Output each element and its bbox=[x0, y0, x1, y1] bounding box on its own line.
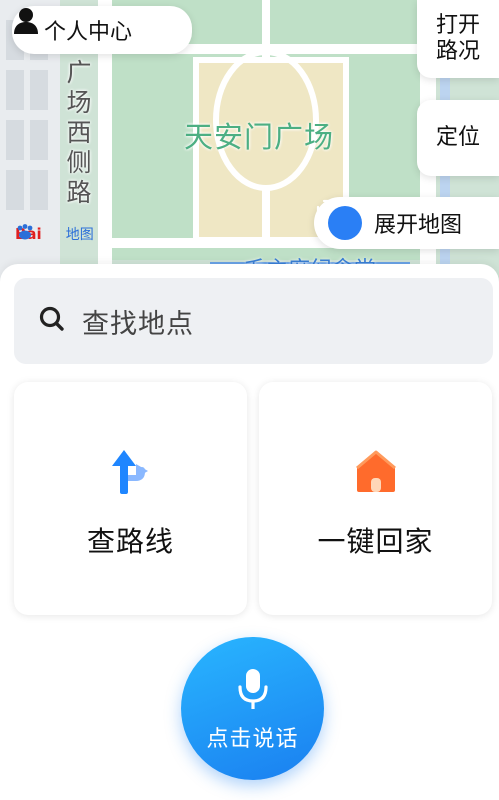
route-arrow-icon bbox=[106, 446, 156, 496]
microphone-icon bbox=[236, 667, 270, 717]
locate-button[interactable]: 定位 bbox=[417, 100, 499, 176]
traffic-toggle-button[interactable]: 打开 路况 bbox=[417, 0, 499, 78]
go-home-label: 一键回家 bbox=[317, 525, 434, 558]
expand-map-button[interactable]: 展开地图 bbox=[314, 197, 499, 249]
search-icon bbox=[38, 305, 66, 337]
traffic-toggle-label: 打开 路况 bbox=[435, 13, 480, 64]
app-screen: 广场西侧路 天安门广场 毛主席纪念堂 Bai 地图 bbox=[0, 0, 499, 800]
profile-center-button[interactable]: 个人中心 bbox=[12, 6, 192, 54]
road-label: 广场西侧路 bbox=[66, 58, 92, 207]
expand-icon bbox=[316, 199, 362, 240]
bottom-panel: 查找地点 查路线 一键回家 点击说话 bbox=[0, 264, 499, 800]
expand-map-label: 展开地图 bbox=[374, 213, 463, 238]
baidu-map-logo: Bai 地图 bbox=[15, 224, 94, 244]
locate-label: 定位 bbox=[435, 125, 480, 150]
voice-input-button[interactable]: 点击说话 bbox=[181, 637, 324, 780]
paw-icon bbox=[17, 224, 65, 242]
search-input[interactable]: 查找地点 bbox=[14, 278, 493, 364]
go-home-card[interactable]: 一键回家 bbox=[259, 382, 492, 615]
profile-center-label: 个人中心 bbox=[44, 20, 133, 45]
route-search-label: 查路线 bbox=[86, 525, 174, 558]
poi-label: 天安门广场 bbox=[184, 120, 335, 154]
voice-input-label: 点击说话 bbox=[206, 727, 299, 752]
route-search-card[interactable]: 查路线 bbox=[14, 382, 247, 615]
home-icon bbox=[351, 446, 401, 496]
map-view[interactable]: 广场西侧路 天安门广场 毛主席纪念堂 Bai 地图 bbox=[0, 0, 499, 290]
logo-text-ditu: 地图 bbox=[65, 227, 94, 243]
search-placeholder: 查找地点 bbox=[82, 308, 194, 340]
